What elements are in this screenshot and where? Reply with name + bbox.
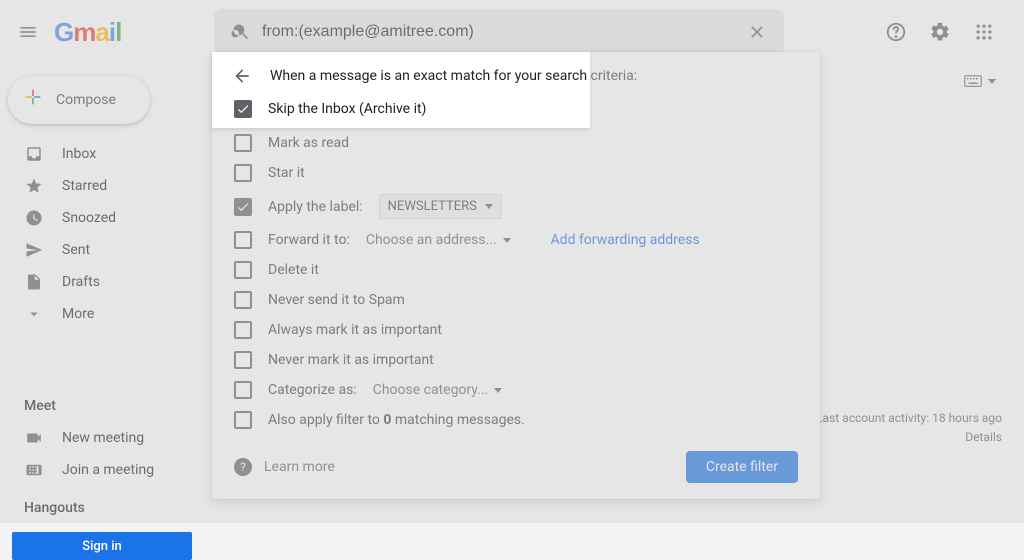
caret-down-icon <box>494 388 502 393</box>
delete-it-checkbox[interactable] <box>234 261 252 279</box>
sidebar-label: Inbox <box>62 146 96 162</box>
settings-icon[interactable] <box>920 12 960 52</box>
input-tools-dropdown[interactable] <box>964 74 996 88</box>
also-apply-checkbox[interactable] <box>234 411 252 429</box>
star-icon <box>24 176 44 196</box>
never-important-checkbox[interactable] <box>234 351 252 369</box>
caret-down-icon <box>485 204 493 209</box>
sidebar-item-drafts[interactable]: Drafts <box>0 266 212 298</box>
skip-inbox-label: Skip the Inbox (Archive it) <box>268 105 426 121</box>
keyboard-icon <box>24 460 44 480</box>
sign-in-button[interactable]: Sign in <box>12 532 192 560</box>
sidebar-label: Starred <box>62 178 107 194</box>
details-link[interactable]: Details <box>816 428 1002 447</box>
camera-icon <box>24 428 44 448</box>
create-filter-panel: When a message is an exact match for you… <box>212 52 820 499</box>
categorize-placeholder: Choose category... <box>373 382 489 398</box>
sidebar-item-more[interactable]: More <box>0 298 212 330</box>
send-icon <box>24 240 44 260</box>
apply-label-select[interactable]: NEWSLETTERS <box>379 194 502 219</box>
never-spam-label: Never send it to Spam <box>268 292 405 308</box>
plus-icon <box>22 86 44 114</box>
add-forwarding-link[interactable]: Add forwarding address <box>551 232 700 248</box>
sidebar-label: Drafts <box>62 274 100 290</box>
new-meeting-label: New meeting <box>62 430 144 446</box>
compose-label: Compose <box>56 92 116 108</box>
search-bar[interactable] <box>214 9 784 55</box>
star-it-label: Star it <box>268 165 305 181</box>
hangouts-section-title: Hangouts <box>0 486 212 524</box>
mark-read-label: Mark as read <box>268 135 349 151</box>
sidebar-item-inbox[interactable]: Inbox <box>0 138 212 170</box>
sidebar-label: Sent <box>62 242 90 258</box>
learn-more-link[interactable]: Learn more <box>264 459 335 475</box>
forward-text: Forward it to: <box>268 232 350 248</box>
sidebar-label: More <box>62 306 94 322</box>
clock-icon <box>24 208 44 228</box>
menu-icon[interactable] <box>8 12 48 52</box>
delete-it-label: Delete it <box>268 262 319 278</box>
join-meeting[interactable]: Join a meeting <box>0 454 212 486</box>
inbox-icon <box>24 144 44 164</box>
apply-label-text: Apply the label: <box>268 199 363 215</box>
skip-inbox-checkbox[interactable] <box>234 104 252 122</box>
always-important-checkbox[interactable] <box>234 321 252 339</box>
categorize-text: Categorize as: <box>268 382 357 398</box>
mark-read-checkbox[interactable] <box>234 134 252 152</box>
gmail-logo[interactable]: Gmail <box>54 17 194 48</box>
clear-search-icon[interactable] <box>738 13 776 51</box>
draft-icon <box>24 272 44 292</box>
chevron-down-icon <box>24 304 44 324</box>
apps-icon[interactable] <box>964 12 1004 52</box>
search-icon[interactable] <box>222 13 260 51</box>
caret-down-icon <box>988 79 996 84</box>
help-icon: ? <box>234 458 252 476</box>
back-arrow-icon[interactable] <box>230 64 254 88</box>
star-it-checkbox[interactable] <box>234 164 252 182</box>
categorize-select[interactable]: Choose category... <box>373 382 503 398</box>
compose-button[interactable]: Compose <box>8 76 150 124</box>
apply-label-checkbox[interactable] <box>234 198 252 216</box>
search-input[interactable] <box>260 22 738 42</box>
last-activity-text: Last account activity: 18 hours ago <box>816 409 1002 428</box>
sidebar-item-sent[interactable]: Sent <box>0 234 212 266</box>
sidebar-item-snoozed[interactable]: Snoozed <box>0 202 212 234</box>
forward-checkbox[interactable] <box>234 231 252 249</box>
new-meeting[interactable]: New meeting <box>0 422 212 454</box>
sidebar-label: Snoozed <box>62 210 116 226</box>
forward-address-select[interactable]: Choose an address... <box>366 232 511 248</box>
forward-placeholder: Choose an address... <box>366 232 497 248</box>
also-apply-label: Also apply filter to 0 matching messages… <box>268 412 525 428</box>
caret-down-icon <box>503 238 511 243</box>
never-important-label: Never mark it as important <box>268 352 434 368</box>
never-spam-checkbox[interactable] <box>234 291 252 309</box>
create-filter-button[interactable]: Create filter <box>686 451 798 483</box>
meet-section-title: Meet <box>0 384 212 422</box>
apply-label-value: NEWSLETTERS <box>388 199 477 214</box>
support-icon[interactable] <box>876 12 916 52</box>
always-important-label: Always mark it as important <box>268 322 442 338</box>
sidebar-item-starred[interactable]: Starred <box>0 170 212 202</box>
filter-header-text: When a message is an exact match for you… <box>270 68 637 84</box>
join-meeting-label: Join a meeting <box>62 462 154 478</box>
categorize-checkbox[interactable] <box>234 381 252 399</box>
